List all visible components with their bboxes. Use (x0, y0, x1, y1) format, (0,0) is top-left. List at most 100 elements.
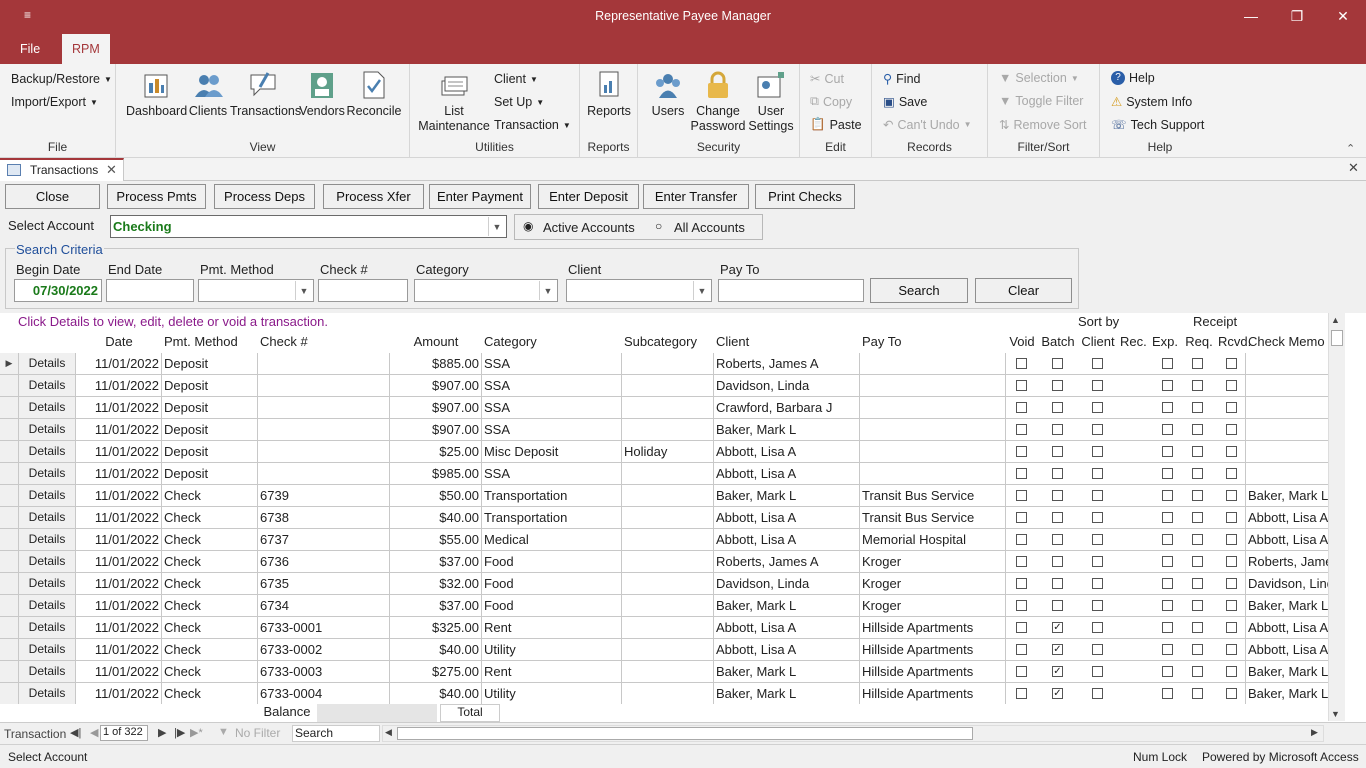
rcvd-checkbox[interactable] (1226, 578, 1237, 589)
paste-button[interactable]: 📋 Paste (810, 117, 862, 132)
rcvd-checkbox[interactable] (1226, 358, 1237, 369)
table-row[interactable]: Details 11/01/2022 Check 6733-0002 $40.00 Uti… (0, 639, 1328, 661)
sort-client-checkbox[interactable] (1092, 446, 1103, 457)
details-button[interactable]: Details (19, 573, 76, 595)
record-selector[interactable] (0, 551, 19, 573)
sort-client-checkbox[interactable] (1092, 600, 1103, 611)
rcvd-checkbox[interactable] (1226, 380, 1237, 391)
record-selector[interactable] (0, 529, 19, 551)
chevron-down-icon[interactable]: ▼ (539, 281, 556, 300)
search-button[interactable]: Search (870, 278, 968, 303)
new-record-icon[interactable]: ▶* (190, 726, 203, 739)
scroll-right-icon[interactable]: ▶ (1311, 727, 1318, 738)
exp-checkbox[interactable] (1162, 644, 1173, 655)
sort-client-checkbox[interactable] (1092, 358, 1103, 369)
record-selector[interactable] (0, 463, 19, 485)
reconcile-button[interactable]: Reconcile (346, 70, 402, 119)
exp-checkbox[interactable] (1162, 380, 1173, 391)
record-selector[interactable] (0, 485, 19, 507)
table-row[interactable]: Details 11/01/2022 Check 6739 $50.00 Transpor… (0, 485, 1328, 507)
table-row[interactable]: Details 11/01/2022 Deposit $907.00 SSA Crawfo… (0, 397, 1328, 419)
scroll-thumb[interactable] (1331, 330, 1343, 346)
sort-client-checkbox[interactable] (1092, 622, 1103, 633)
void-checkbox[interactable] (1016, 424, 1027, 435)
req-checkbox[interactable] (1192, 380, 1203, 391)
void-checkbox[interactable] (1016, 380, 1027, 391)
batch-checkbox[interactable] (1052, 468, 1063, 479)
backup-restore-button[interactable]: Backup/Restore ▼ (11, 72, 112, 86)
change-password-button[interactable]: Change Password (690, 70, 746, 134)
void-checkbox[interactable] (1016, 490, 1027, 501)
details-button[interactable]: Details (19, 529, 76, 551)
details-button[interactable]: Details (19, 463, 76, 485)
void-checkbox[interactable] (1016, 468, 1027, 479)
details-button[interactable]: Details (19, 397, 76, 419)
collapse-ribbon-icon[interactable]: ⌃ (1346, 142, 1355, 155)
table-row[interactable]: Details 11/01/2022 Check 6736 $37.00 Food Robe… (0, 551, 1328, 573)
selection-button[interactable]: ▼ Selection ▼ (999, 71, 1079, 85)
restore-icon[interactable]: ❐ (1274, 0, 1320, 32)
batch-checkbox[interactable] (1052, 578, 1063, 589)
table-row[interactable]: Details 11/01/2022 Check 6735 $32.00 Food Davi… (0, 573, 1328, 595)
scroll-up-icon[interactable]: ▲ (1331, 315, 1340, 325)
req-checkbox[interactable] (1192, 578, 1203, 589)
rcvd-checkbox[interactable] (1226, 490, 1237, 501)
record-selector[interactable] (0, 617, 19, 639)
begin-date-input[interactable]: 07/30/2022 (14, 279, 102, 302)
void-checkbox[interactable] (1016, 578, 1027, 589)
record-selector[interactable] (0, 507, 19, 529)
void-checkbox[interactable] (1016, 512, 1027, 523)
sort-client-checkbox[interactable] (1092, 380, 1103, 391)
details-button[interactable]: Details (19, 485, 76, 507)
end-date-input[interactable] (106, 279, 194, 302)
enter-transfer-button[interactable]: Enter Transfer (643, 184, 749, 209)
req-checkbox[interactable] (1192, 512, 1203, 523)
record-selector[interactable] (0, 397, 19, 419)
exp-checkbox[interactable] (1162, 402, 1173, 413)
clients-button[interactable]: Clients (188, 70, 228, 119)
rcvd-checkbox[interactable] (1226, 644, 1237, 655)
system-info-button[interactable]: ⚠ System Info (1111, 94, 1192, 110)
rcvd-checkbox[interactable] (1226, 512, 1237, 523)
no-filter-label[interactable]: No Filter (235, 726, 280, 740)
active-accounts-radio[interactable]: ◉ (523, 219, 533, 233)
last-record-icon[interactable]: |▶ (174, 726, 185, 739)
void-checkbox[interactable] (1016, 556, 1027, 567)
req-checkbox[interactable] (1192, 644, 1203, 655)
rcvd-checkbox[interactable] (1226, 402, 1237, 413)
req-checkbox[interactable] (1192, 666, 1203, 677)
req-checkbox[interactable] (1192, 424, 1203, 435)
users-button[interactable]: Users (646, 70, 690, 119)
tab-file[interactable]: File (10, 34, 50, 64)
chevron-down-icon[interactable]: ▼ (488, 217, 505, 236)
all-accounts-radio[interactable]: ○ (655, 219, 662, 233)
rcvd-checkbox[interactable] (1226, 424, 1237, 435)
first-record-icon[interactable]: ◀​| (70, 726, 81, 739)
table-row[interactable]: Details 11/01/2022 Check 6733-0004 $40.00 Uti… (0, 683, 1328, 704)
details-button[interactable]: Details (19, 639, 76, 661)
req-checkbox[interactable] (1192, 358, 1203, 369)
copy-button[interactable]: ⧉ Copy (810, 94, 852, 109)
void-checkbox[interactable] (1016, 534, 1027, 545)
exp-checkbox[interactable] (1162, 666, 1173, 677)
account-select[interactable]: Checking ▼ (110, 215, 507, 238)
reports-button[interactable]: Reports (584, 70, 634, 119)
void-checkbox[interactable] (1016, 358, 1027, 369)
clear-button[interactable]: Clear (975, 278, 1072, 303)
close-window-icon[interactable]: ✕ (1320, 0, 1366, 32)
minimize-icon[interactable]: — (1228, 0, 1274, 32)
void-checkbox[interactable] (1016, 666, 1027, 677)
record-selector[interactable] (0, 375, 19, 397)
exp-checkbox[interactable] (1162, 534, 1173, 545)
client-select[interactable]: ▼ (566, 279, 712, 302)
req-checkbox[interactable] (1192, 556, 1203, 567)
find-button[interactable]: ⚲ Find (883, 71, 920, 87)
sort-client-checkbox[interactable] (1092, 468, 1103, 479)
record-selector[interactable] (0, 683, 19, 704)
record-selector[interactable] (0, 441, 19, 463)
batch-checkbox[interactable] (1052, 380, 1063, 391)
batch-checkbox[interactable] (1052, 600, 1063, 611)
horizontal-scrollbar[interactable]: ◀ ▶ (382, 725, 1324, 742)
void-checkbox[interactable] (1016, 622, 1027, 633)
cut-button[interactable]: ✂ Cut (810, 71, 844, 87)
